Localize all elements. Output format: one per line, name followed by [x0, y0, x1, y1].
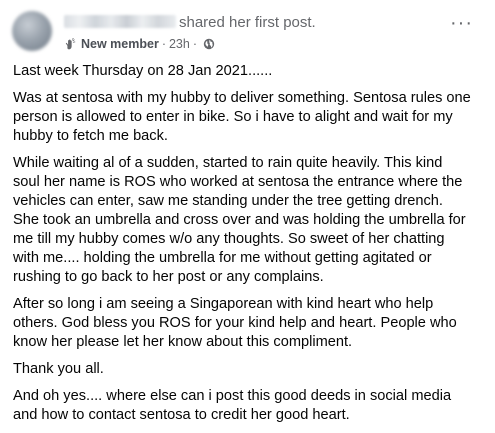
- globe-icon[interactable]: [203, 38, 215, 50]
- paragraph-line: Was at sentosa with my hubby to deliver …: [13, 90, 471, 106]
- paragraph-line: rushing to go back to her post or any co…: [13, 269, 324, 285]
- author-name-redacted[interactable]: [64, 15, 176, 28]
- paragraph-line: and how to contact sentosa to credit her…: [13, 407, 350, 423]
- paragraph-line: While waiting al of a sudden, started to…: [13, 155, 443, 171]
- post-meta: New member · 23h ·: [64, 36, 215, 52]
- paragraph-line: vehicles can enter, saw me standing unde…: [13, 193, 443, 209]
- paragraph-line: hubby to fetch me back.: [13, 128, 168, 144]
- paragraph-line: others. God bless you ROS for your kind …: [13, 315, 457, 331]
- more-options-icon[interactable]: ···: [450, 13, 473, 33]
- share-action-text: shared her first post.: [179, 14, 316, 31]
- post-body: Last week Thursday on 28 Jan 2021...... …: [13, 62, 489, 433]
- avatar[interactable]: [12, 11, 52, 51]
- post-paragraph: And oh yes.... where else can i post thi…: [13, 387, 489, 425]
- paragraph-line: me till my hubby comes w/o any thoughts.…: [13, 231, 445, 247]
- meta-separator: ·: [192, 37, 198, 51]
- paragraph-line: person is allowed to enter in bike. So i…: [13, 109, 453, 125]
- paragraph-line: soul her name is ROS who worked at sento…: [13, 174, 463, 190]
- author-line: shared her first post.: [64, 14, 316, 32]
- paragraph-line: After so long i am seeing a Singaporean …: [13, 296, 434, 312]
- post-timestamp[interactable]: 23h: [169, 36, 190, 52]
- paragraph-line: with me.... holding the umbrella for me …: [13, 250, 432, 266]
- post-paragraph: Was at sentosa with my hubby to deliver …: [13, 89, 489, 146]
- post-paragraph: Last week Thursday on 28 Jan 2021......: [13, 62, 489, 81]
- new-member-hand-icon: [64, 37, 77, 51]
- paragraph-line: She took an umbrella and cross over and …: [13, 212, 466, 228]
- post-header: shared her first post. New member · 23h …: [12, 8, 487, 54]
- paragraph-line: And oh yes.... where else can i post thi…: [13, 388, 452, 404]
- post-card: shared her first post. New member · 23h …: [0, 0, 495, 424]
- post-paragraph: After so long i am seeing a Singaporean …: [13, 295, 489, 352]
- post-paragraph: While waiting al of a sudden, started to…: [13, 154, 489, 287]
- paragraph-line: Last week Thursday on 28 Jan 2021......: [13, 63, 273, 79]
- member-badge-label: New member: [81, 37, 159, 51]
- paragraph-line: Thank you all.: [13, 361, 104, 377]
- meta-separator: ·: [161, 37, 166, 51]
- post-paragraph: Thank you all.: [13, 360, 489, 379]
- paragraph-line: know her please let her know about this …: [13, 334, 353, 350]
